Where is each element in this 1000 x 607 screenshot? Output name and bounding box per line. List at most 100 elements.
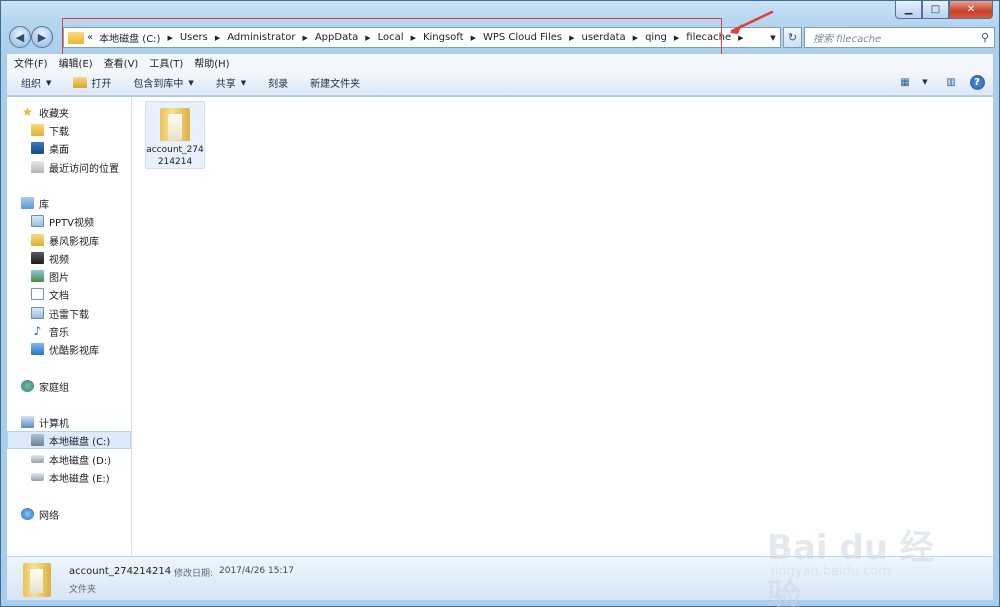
preview-pane-button[interactable]: ▥ <box>943 74 959 90</box>
search-placeholder: 搜索 filecache <box>813 34 882 45</box>
folder-icon <box>31 234 44 246</box>
nav-item-videos[interactable]: 视频 <box>7 249 131 267</box>
burn-button[interactable]: 刻录 <box>268 75 288 90</box>
chevron-down-icon: ▼ <box>46 78 52 87</box>
close-button[interactable]: ✕ <box>949 1 993 19</box>
nav-item-baofeng[interactable]: 暴风影视库 <box>7 231 131 249</box>
search-icon[interactable]: ⚲ <box>981 31 989 44</box>
organize-label: 组织 <box>21 79 41 90</box>
forward-arrow-icon: ▶ <box>37 30 47 44</box>
menu-tools[interactable]: 工具(T) <box>149 55 183 70</box>
nav-libraries[interactable]: 库 <box>7 194 131 212</box>
minimize-button[interactable]: ▁ <box>895 1 922 19</box>
download-folder-icon <box>31 124 44 136</box>
back-button[interactable]: ◀ <box>9 26 31 48</box>
help-button[interactable]: ? <box>969 74 985 90</box>
nav-item-xunlei[interactable]: 迅雷下载 <box>7 304 131 322</box>
nav-label: 网络 <box>39 510 59 522</box>
details-modified-label: 修改日期: <box>174 569 214 579</box>
nav-item-youku[interactable]: 优酷影视库 <box>7 340 131 358</box>
music-note-icon: ♪ <box>33 324 42 338</box>
nav-network[interactable]: 网络 <box>7 505 131 523</box>
details-modified-value: 2017/4/26 15:17 <box>219 566 294 576</box>
change-view-button[interactable]: ▦ <box>897 74 913 90</box>
navigation-pane[interactable]: ★ 收藏夹 下载 桌面 最近访问的位置 库 PPTV视频 暴风影视库 视频 图片 … <box>7 97 132 556</box>
nav-label: 音乐 <box>49 327 69 339</box>
nav-item-desktop[interactable]: 桌面 <box>7 139 131 157</box>
nav-label: 迅雷下载 <box>49 309 89 321</box>
toolbar-right-group: ▦ ▼ ▥ ? <box>887 74 985 90</box>
computer-icon <box>21 416 34 428</box>
view-grid-icon: ▦ <box>900 76 910 88</box>
nav-label: PPTV视频 <box>49 217 95 229</box>
include-in-library-button[interactable]: 包含到库中 ▼ <box>133 75 194 91</box>
window-controls: ▁ □ ✕ <box>895 1 993 19</box>
desktop-icon <box>31 142 44 154</box>
nav-label: 下载 <box>49 126 69 138</box>
maximize-button[interactable]: □ <box>922 1 949 19</box>
burn-label: 刻录 <box>268 79 289 90</box>
network-icon <box>21 508 34 520</box>
nav-label: 家庭组 <box>39 382 69 394</box>
command-bar: 组织 ▼ 打开 包含到库中 ▼ 共享 ▼ 刻录 新建文件夹 ▦ ▼ ▥ ? <box>7 70 993 96</box>
annotation-arrow-icon <box>730 10 774 34</box>
nav-item-drive-d[interactable]: 本地磁盘 (D:) <box>7 450 131 468</box>
picture-icon <box>31 270 44 282</box>
new-folder-label: 新建文件夹 <box>310 79 361 90</box>
annotation-highlight-box <box>62 18 722 57</box>
nav-label: 收藏夹 <box>39 108 69 120</box>
organize-button[interactable]: 组织 ▼ <box>21 75 52 91</box>
content-area: ★ 收藏夹 下载 桌面 最近访问的位置 库 PPTV视频 暴风影视库 视频 图片 … <box>7 97 993 556</box>
preview-pane-icon: ▥ <box>946 76 956 88</box>
library-folder-icon <box>31 215 44 227</box>
share-label: 共享 <box>215 79 236 90</box>
folder-name: account_274214214 <box>146 145 204 167</box>
nav-item-drive-c[interactable]: 本地磁盘 (C:) <box>7 431 131 449</box>
menu-edit[interactable]: 编辑(E) <box>59 55 93 70</box>
star-icon: ★ <box>22 105 33 119</box>
nav-item-documents[interactable]: 文档 <box>7 285 131 303</box>
refresh-icon: ↻ <box>787 31 798 44</box>
nav-item-downloads[interactable]: 下载 <box>7 121 131 139</box>
nav-label: 库 <box>39 199 49 211</box>
nav-label: 桌面 <box>49 144 69 156</box>
chevron-down-icon: ▼ <box>188 78 194 87</box>
nav-label: 计算机 <box>39 418 69 430</box>
folder-icon <box>160 108 190 141</box>
nav-label: 本地磁盘 (C:) <box>49 436 111 448</box>
nav-item-recent-places[interactable]: 最近访问的位置 <box>7 158 131 176</box>
open-folder-icon <box>73 77 88 88</box>
homegroup-icon <box>21 380 34 392</box>
search-input[interactable]: 搜索 filecache ⚲ <box>804 27 995 48</box>
menu-bar: 文件(F) 编辑(E) 查看(V) 工具(T) 帮助(H) <box>7 54 993 70</box>
nav-label: 最近访问的位置 <box>49 163 119 175</box>
share-button[interactable]: 共享 ▼ <box>215 75 246 91</box>
download-icon <box>31 307 44 319</box>
menu-help[interactable]: 帮助(H) <box>194 55 229 70</box>
new-folder-button[interactable]: 新建文件夹 <box>310 75 360 90</box>
nav-homegroup[interactable]: 家庭组 <box>7 377 131 395</box>
menu-file[interactable]: 文件(F) <box>14 55 48 70</box>
refresh-button[interactable]: ↻ <box>783 27 802 48</box>
folder-icon <box>23 563 51 597</box>
nav-favorites[interactable]: ★ 收藏夹 <box>7 103 131 121</box>
nav-label: 视频 <box>49 254 69 266</box>
nav-item-pictures[interactable]: 图片 <box>7 267 131 285</box>
recent-places-icon <box>31 161 44 173</box>
nav-item-pptv[interactable]: PPTV视频 <box>7 212 131 230</box>
open-label: 打开 <box>91 79 112 90</box>
library-folder-icon <box>31 343 44 355</box>
open-button[interactable]: 打开 <box>73 75 111 90</box>
view-options-dropdown[interactable]: ▼ <box>917 74 933 90</box>
folder-item[interactable]: account_274214214 <box>145 101 205 169</box>
drive-icon <box>31 473 44 481</box>
nav-label: 暴风影视库 <box>49 236 99 248</box>
nav-item-drive-e[interactable]: 本地磁盘 (E:) <box>7 468 131 486</box>
details-item-type: 文件夹 <box>69 585 97 595</box>
forward-button[interactable]: ▶ <box>31 26 53 48</box>
nav-label: 优酷影视库 <box>49 345 99 357</box>
nav-computer[interactable]: 计算机 <box>7 413 131 431</box>
details-item-name: account_274214214 <box>69 566 172 577</box>
nav-item-music[interactable]: ♪ 音乐 <box>7 322 131 340</box>
menu-view[interactable]: 查看(V) <box>104 55 139 70</box>
